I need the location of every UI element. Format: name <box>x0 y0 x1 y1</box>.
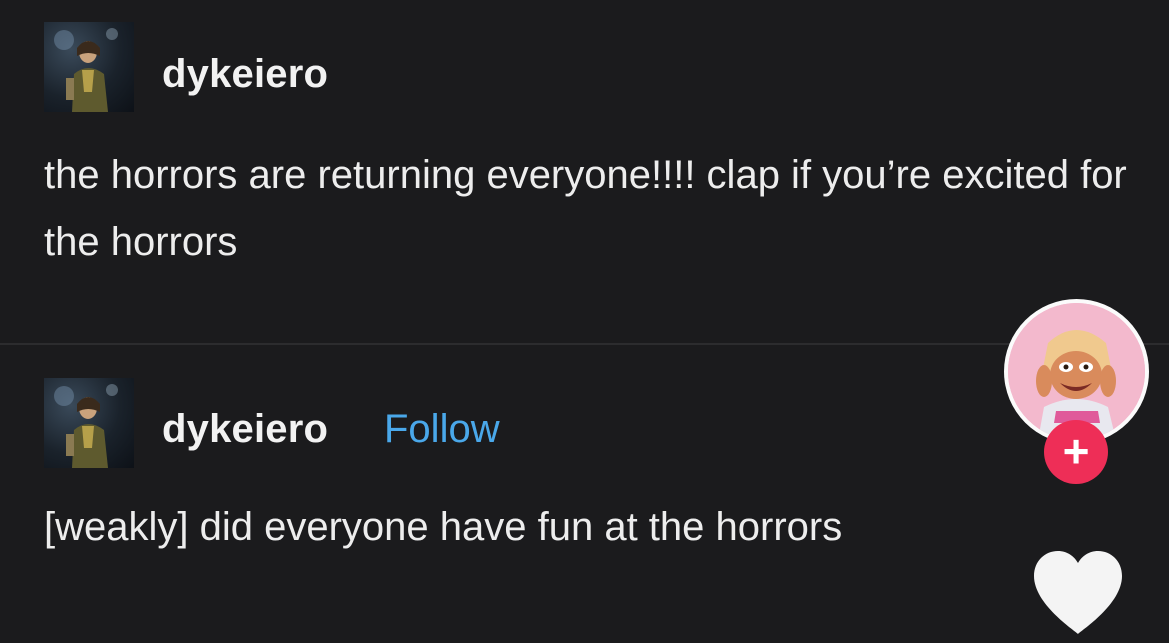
like-button[interactable] <box>1030 548 1126 636</box>
heart-icon <box>1034 551 1122 634</box>
post-username[interactable]: dykeiero <box>162 52 328 97</box>
video-frame: dykeiero the horrors are returning every… <box>0 0 1169 643</box>
follow-creator-button[interactable]: + <box>1044 420 1108 484</box>
post-body-text: the horrors are returning everyone!!!! c… <box>44 153 1127 264</box>
user-avatar[interactable] <box>44 378 134 468</box>
post-original: dykeiero the horrors are returning every… <box>0 0 1169 344</box>
post-username[interactable]: dykeiero <box>162 407 328 452</box>
user-photo-avatar-icon <box>54 384 118 468</box>
post-body-text: [weakly] did everyone have fun at the ho… <box>44 505 843 549</box>
user-avatar[interactable] <box>44 22 134 112</box>
user-photo-avatar-icon <box>54 28 118 112</box>
post-reply: dykeiero Follow [weakly] did everyone ha… <box>0 345 1169 643</box>
follow-link[interactable]: Follow <box>384 407 500 452</box>
